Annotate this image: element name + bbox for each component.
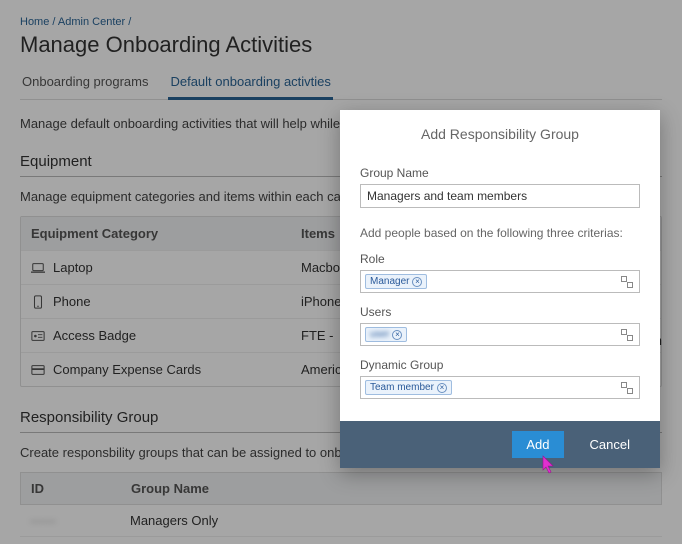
- role-input[interactable]: Manager ×: [360, 270, 640, 293]
- add-responsibility-group-modal: Add Responsibility Group Group Name Add …: [340, 110, 660, 468]
- group-name-input[interactable]: [360, 184, 640, 208]
- group-name-label: Group Name: [360, 166, 640, 180]
- modal-footer: Add Cancel: [340, 421, 660, 468]
- role-label: Role: [360, 252, 640, 266]
- picker-icon[interactable]: [621, 382, 633, 394]
- role-chip: Manager ×: [365, 274, 427, 289]
- picker-icon[interactable]: [621, 276, 633, 288]
- criteria-label: Add people based on the following three …: [360, 226, 640, 240]
- dynamic-group-label: Dynamic Group: [360, 358, 640, 372]
- dynamic-group-chip: Team member ×: [365, 380, 452, 395]
- remove-chip-icon[interactable]: ×: [437, 383, 447, 393]
- picker-icon[interactable]: [621, 329, 633, 341]
- users-input[interactable]: user ×: [360, 323, 640, 346]
- remove-chip-icon[interactable]: ×: [392, 330, 402, 340]
- modal-title: Add Responsibility Group: [340, 110, 660, 152]
- users-label: Users: [360, 305, 640, 319]
- dynamic-group-input[interactable]: Team member ×: [360, 376, 640, 399]
- cancel-button[interactable]: Cancel: [576, 431, 644, 458]
- remove-chip-icon[interactable]: ×: [412, 277, 422, 287]
- users-chip: user ×: [365, 327, 407, 342]
- add-button[interactable]: Add: [512, 431, 563, 458]
